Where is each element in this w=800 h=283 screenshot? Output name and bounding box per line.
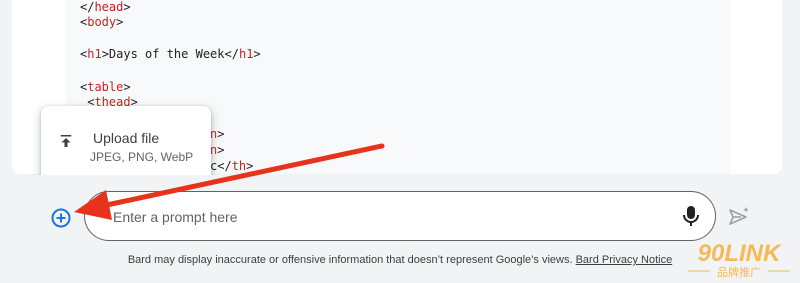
disclaimer-text: Bard may display inaccurate or offensive… — [127, 254, 573, 266]
upload-file-label: Upload file — [93, 130, 160, 146]
code-text: > — [217, 143, 225, 157]
code-line: n> — [210, 127, 224, 141]
code-tag-name: th — [231, 159, 247, 173]
watermark-tagline: 品牌推广 — [717, 265, 761, 279]
code-tag-name: h1 — [87, 47, 102, 61]
code-text: > — [253, 47, 261, 61]
code-text: >Days of the Week</ — [101, 47, 239, 61]
code-line: <table> — [80, 80, 131, 94]
code-text: > — [217, 127, 225, 141]
code-text: > — [246, 159, 254, 173]
disclaimer: Bard may display inaccurate or offensive… — [0, 254, 800, 266]
watermark-brand: 90LINK — [698, 240, 782, 267]
prompt-box — [84, 191, 716, 241]
code-text: c</ — [210, 159, 232, 173]
code-tag-name: h1 — [238, 47, 254, 61]
code-tag-name: head — [94, 0, 124, 14]
send-button[interactable] — [727, 205, 751, 229]
code-line: n> — [210, 143, 224, 157]
code-line: <body> — [80, 15, 123, 29]
code-line: </head> — [80, 0, 131, 14]
upload-icon — [60, 135, 72, 147]
upload-file-formats: JPEG, PNG, WebP — [90, 150, 194, 164]
add-attachment-button[interactable] — [49, 206, 73, 230]
prompt-input[interactable] — [111, 206, 655, 228]
bard-chat-screen: </head> <body> <h1>Days of the Week</h1>… — [0, 0, 800, 283]
code-line: c</th> — [210, 159, 253, 173]
privacy-notice-link[interactable]: Bard Privacy Notice — [576, 254, 673, 266]
code-tag-name: table — [87, 80, 124, 94]
microphone-icon[interactable] — [681, 204, 701, 228]
code-tag-name: body — [87, 15, 117, 29]
code-text: > — [123, 0, 131, 14]
code-text: > — [116, 15, 124, 29]
code-line: <h1>Days of the Week</h1> — [80, 47, 261, 61]
upload-menu[interactable]: Upload file JPEG, PNG, WebP — [41, 106, 211, 184]
code-text: > — [123, 80, 131, 94]
code-text: </ — [80, 0, 95, 14]
watermark-logo: 90LINK 品牌推广 — [688, 240, 790, 279]
